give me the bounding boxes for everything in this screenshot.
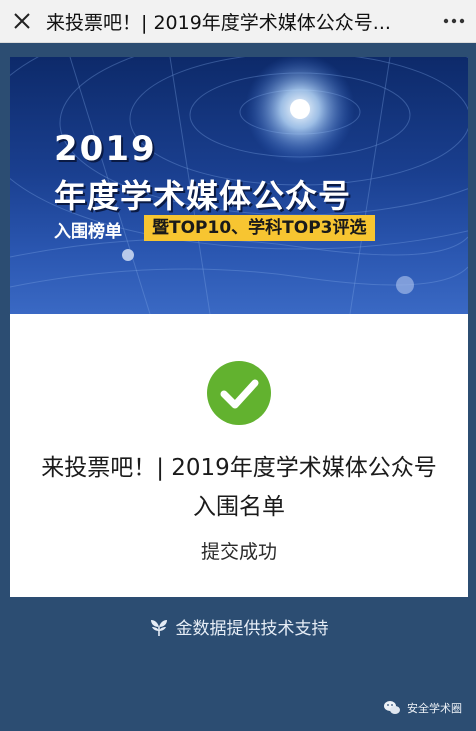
watermark: 安全学术圈 <box>383 700 462 716</box>
powered-by[interactable]: 金数据提供技术支持 <box>0 614 476 639</box>
close-button[interactable] <box>0 0 44 43</box>
banner-label: 入围榜单 <box>54 222 122 242</box>
close-icon <box>14 13 30 29</box>
status-text: 提交成功 <box>200 541 277 563</box>
banner-title: 年度学术媒体公众号 <box>54 177 352 215</box>
banner-year: 2019 <box>54 129 157 169</box>
wechat-icon <box>384 701 400 714</box>
powered-by-text: 金数据提供技术支持 <box>175 619 329 639</box>
result-card: 2019 年度学术媒体公众号 入围榜单 暨TOP10、学科TOP3评选 来投票吧… <box>10 57 468 597</box>
banner: 2019 年度学术媒体公众号 入围榜单 暨TOP10、学科TOP3评选 <box>10 57 468 314</box>
watermark-text: 安全学术圈 <box>407 702 462 715</box>
more-button[interactable] <box>432 0 476 43</box>
more-icon <box>443 18 465 24</box>
page-title: 来投票吧！| 2019年度学术媒体公众号... <box>46 11 391 34</box>
top-bar: 来投票吧！| 2019年度学术媒体公众号... <box>0 0 476 43</box>
result-message: 来投票吧！| 2019年度学术媒体公众号入围名单 <box>41 455 437 520</box>
check-circle-icon <box>207 361 271 425</box>
leaf-icon <box>150 619 167 636</box>
banner-tag: 暨TOP10、学科TOP3评选 <box>144 215 375 241</box>
